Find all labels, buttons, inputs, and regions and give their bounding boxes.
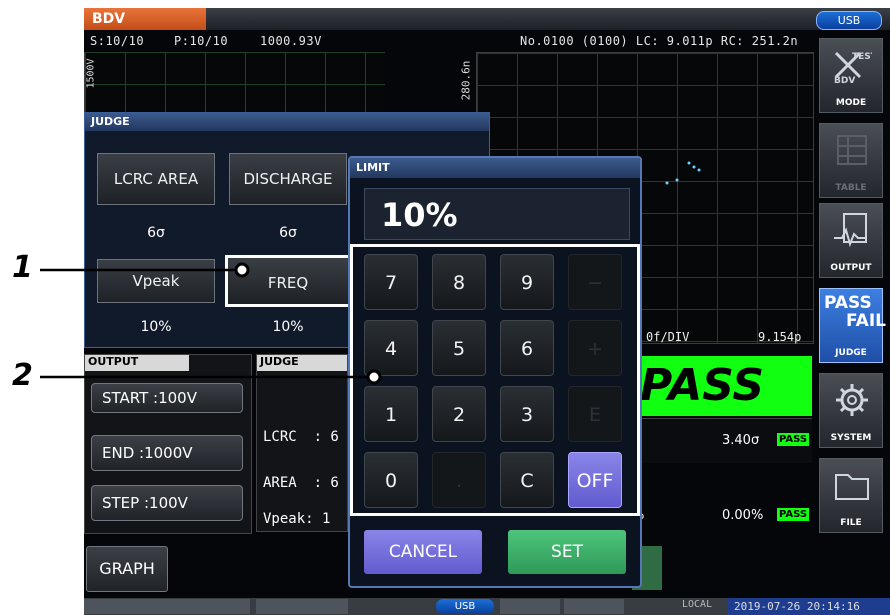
callout-leaders	[40, 262, 382, 385]
callout-2-dot	[366, 369, 382, 385]
callout-1-dot	[234, 262, 250, 278]
